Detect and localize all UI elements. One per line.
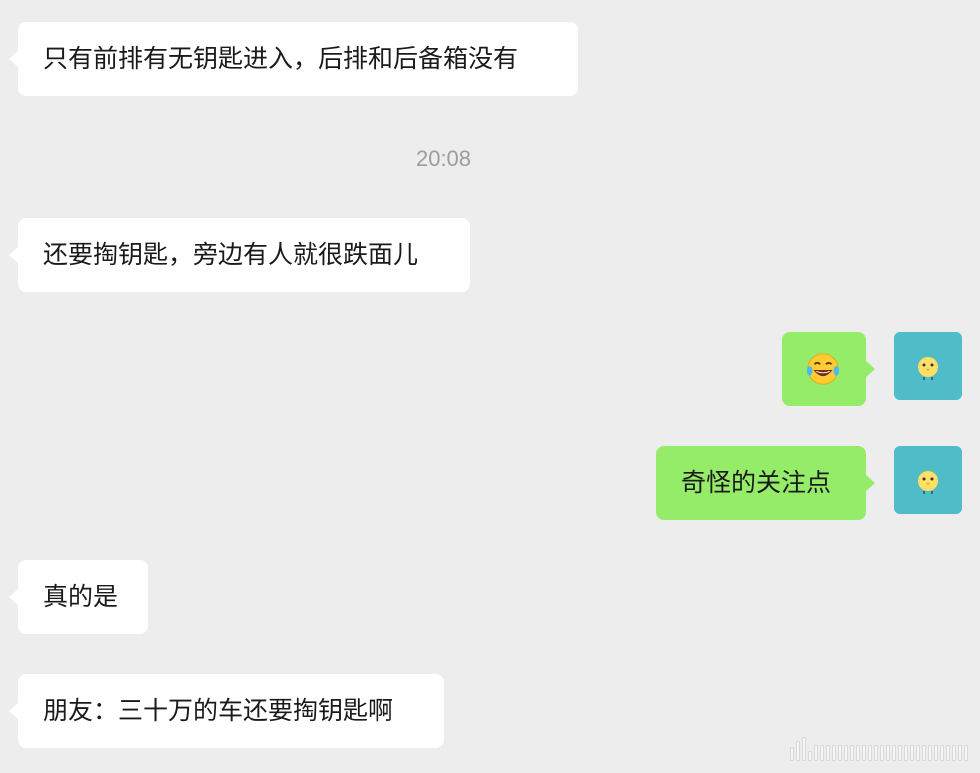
message-bubble-outgoing[interactable]: 奇怪的关注点 (656, 446, 875, 520)
laughing-with-tears-emoji (806, 353, 840, 385)
chat-screen: { "messages": { "m1": {"sender": "other"… (0, 0, 980, 773)
message-bubble-incoming[interactable]: 真的是 (9, 560, 148, 634)
message-text: 还要掏钥匙，旁边有人就很跌面儿 (43, 240, 419, 269)
message-text: 只有前排有无钥匙进入，后排和后备箱没有 (43, 44, 519, 73)
message-bubble-incoming[interactable]: 还要掏钥匙，旁边有人就很跌面儿 (9, 218, 470, 292)
message-bubble-outgoing[interactable] (782, 332, 875, 406)
weibo-watermark-icon (790, 737, 968, 761)
message-bubble-incoming[interactable]: 只有前排有无钥匙进入，后排和后备箱没有 (9, 22, 578, 96)
message-timestamp: 20:08 (415, 146, 472, 171)
message-text: 真的是 (43, 582, 119, 611)
chick-avatar-icon[interactable] (894, 332, 962, 400)
chick-icon (918, 471, 938, 494)
message-text: 奇怪的关注点 (681, 468, 832, 497)
message-text: 朋友：三十万的车还要掏钥匙啊 (43, 696, 394, 725)
chick-icon (918, 357, 938, 380)
chick-avatar-icon[interactable] (894, 446, 962, 514)
message-bubble-incoming[interactable]: 朋友：三十万的车还要掏钥匙啊 (9, 674, 444, 748)
